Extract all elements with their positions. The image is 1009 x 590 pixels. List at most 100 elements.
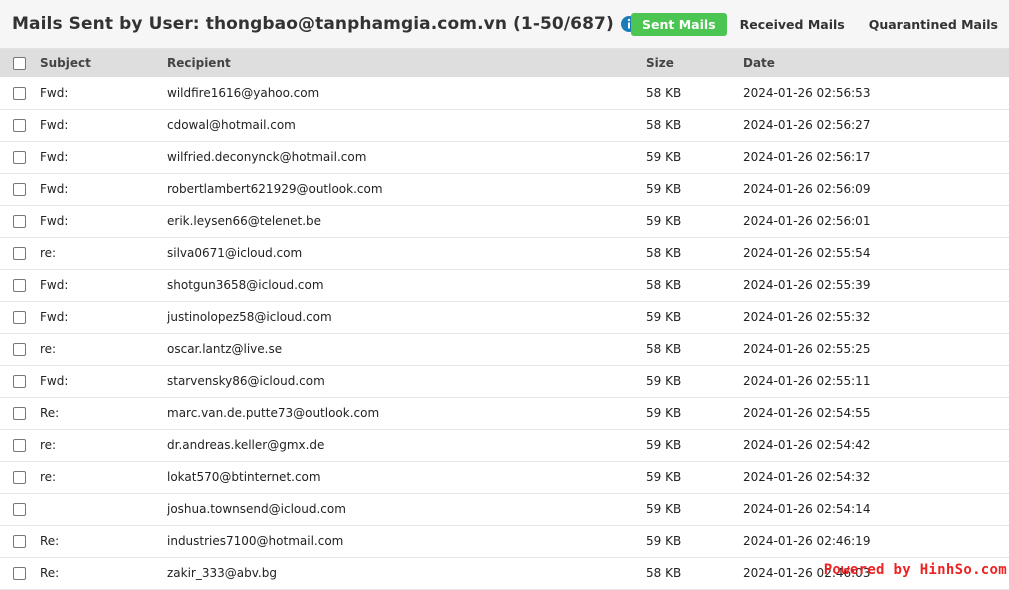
- cell-size: 59 KB: [646, 438, 682, 452]
- row-checkbox[interactable]: [13, 503, 26, 516]
- row-checkbox[interactable]: [13, 567, 26, 580]
- cell-size: 58 KB: [646, 118, 682, 132]
- cell-subject: re:: [40, 342, 57, 356]
- row-checkbox-cell: [0, 557, 40, 589]
- table-row[interactable]: Fwd: shotgun3658@icloud.com 58 KB 2024-01-2…: [0, 269, 1009, 301]
- cell-size: 59 KB: [646, 502, 682, 516]
- row-checkbox-cell: [0, 301, 40, 333]
- cell-date: 2024-01-26 02:55:32: [743, 310, 871, 324]
- tab-quarantined-mails[interactable]: Quarantined Mails: [858, 13, 1009, 36]
- row-checkbox[interactable]: [13, 183, 26, 196]
- cell-date: 2024-01-26 02:55:11: [743, 374, 871, 388]
- row-checkbox-cell: [0, 237, 40, 269]
- cell-size: 59 KB: [646, 150, 682, 164]
- cell-size: 58 KB: [646, 278, 682, 292]
- table-row[interactable]: Fwd: erik.leysen66@telenet.be 59 KB 2024-01…: [0, 205, 1009, 237]
- select-all-cell: [0, 49, 40, 77]
- row-checkbox[interactable]: [13, 279, 26, 292]
- cell-size: 59 KB: [646, 214, 682, 228]
- column-header-recipient[interactable]: Recipient: [167, 49, 646, 77]
- row-checkbox[interactable]: [13, 151, 26, 164]
- cell-recipient: erik.leysen66@telenet.be: [167, 214, 322, 228]
- row-checkbox-cell: [0, 365, 40, 397]
- cell-date: 2024-01-26 02:56:27: [743, 118, 871, 132]
- cell-size: 58 KB: [646, 566, 682, 580]
- table-row[interactable]: joshua.townsend@icloud.com 59 KB 2024-01-2…: [0, 493, 1009, 525]
- cell-recipient: dr.andreas.keller@gmx.de: [167, 438, 325, 452]
- mail-tabs: Sent Mails Received Mails Quarantined Ma…: [629, 13, 1009, 36]
- table-row[interactable]: re: dr.andreas.keller@gmx.de 59 KB 2024-01-…: [0, 429, 1009, 461]
- table-row[interactable]: Fwd: robertlambert621929@outlook.com 59 KB…: [0, 173, 1009, 205]
- row-checkbox[interactable]: [13, 407, 26, 420]
- column-header-size[interactable]: Size: [646, 49, 743, 77]
- row-checkbox-cell: [0, 493, 40, 525]
- row-checkbox[interactable]: [13, 535, 26, 548]
- row-checkbox-cell: [0, 109, 40, 141]
- cell-date: 2024-01-26 02:55:39: [743, 278, 871, 292]
- row-checkbox[interactable]: [13, 439, 26, 452]
- column-header-subject[interactable]: Subject: [40, 49, 167, 77]
- row-checkbox-cell: [0, 141, 40, 173]
- table-row[interactable]: Fwd: cdowal@hotmail.com 58 KB 2024-01-26 02…: [0, 109, 1009, 141]
- row-checkbox[interactable]: [13, 311, 26, 324]
- cell-subject: re:: [40, 438, 57, 452]
- tab-received-mails[interactable]: Received Mails: [729, 13, 856, 36]
- tab-sent-mails[interactable]: Sent Mails: [631, 13, 727, 36]
- column-header-date[interactable]: Date: [743, 49, 1009, 77]
- row-checkbox[interactable]: [13, 375, 26, 388]
- watermark: Powered by HinhSo.com: [823, 562, 1007, 578]
- cell-subject: Fwd:: [40, 182, 69, 196]
- cell-recipient: joshua.townsend@icloud.com: [167, 502, 346, 516]
- cell-recipient: zakir_333@abv.bg: [167, 566, 277, 580]
- row-checkbox[interactable]: [13, 343, 26, 356]
- cell-size: 59 KB: [646, 310, 682, 324]
- table-row[interactable]: Fwd: justinolopez58@icloud.com 59 KB 2024-0…: [0, 301, 1009, 333]
- page-title: Mails Sent by User: thongbao@tanphamgia.…: [12, 14, 614, 34]
- cell-recipient: wilfried.deconynck@hotmail.com: [167, 150, 367, 164]
- cell-subject: Fwd:: [40, 374, 69, 388]
- row-checkbox-cell: [0, 333, 40, 365]
- page-header: Mails Sent by User: thongbao@tanphamgia.…: [0, 0, 1009, 49]
- row-checkbox[interactable]: [13, 471, 26, 484]
- cell-date: 2024-01-26 02:56:09: [743, 182, 871, 196]
- cell-subject: Fwd:: [40, 118, 69, 132]
- cell-subject: re:: [40, 246, 57, 260]
- row-checkbox-cell: [0, 525, 40, 557]
- table-row[interactable]: Re: marc.van.de.putte73@outlook.com 59 KB 2…: [0, 397, 1009, 429]
- cell-subject: Re:: [40, 534, 60, 548]
- cell-recipient: cdowal@hotmail.com: [167, 118, 296, 132]
- cell-date: 2024-01-26 02:55:25: [743, 342, 871, 356]
- cell-subject: Re:: [40, 566, 60, 580]
- table-row[interactable]: re: silva0671@icloud.com 58 KB 2024-01-26 0…: [0, 237, 1009, 269]
- cell-date: 2024-01-26 02:54:14: [743, 502, 871, 516]
- table-header-row: Subject Recipient Size Date: [0, 49, 1009, 77]
- cell-subject: Fwd:: [40, 310, 69, 324]
- row-checkbox[interactable]: [13, 215, 26, 228]
- row-checkbox[interactable]: [13, 247, 26, 260]
- row-checkbox-cell: [0, 77, 40, 109]
- cell-recipient: lokat570@btinternet.com: [167, 470, 321, 484]
- cell-recipient: wildfire1616@yahoo.com: [167, 85, 320, 100]
- table-row[interactable]: Fwd: wildfire1616@yahoo.com 58 KB 2024-01-2…: [0, 77, 1009, 109]
- table-row[interactable]: re: oscar.lantz@live.se 58 KB 2024-01-26 02…: [0, 333, 1009, 365]
- cell-size: 59 KB: [646, 374, 682, 388]
- cell-date: 2024-01-26 02:56:17: [743, 150, 871, 164]
- select-all-checkbox[interactable]: [13, 57, 26, 70]
- cell-recipient: robertlambert621929@outlook.com: [167, 182, 383, 196]
- cell-date: 2024-01-26 02:54:55: [743, 406, 871, 420]
- table-row[interactable]: Re: industries7100@hotmail.com 59 KB 2024-0…: [0, 525, 1009, 557]
- cell-recipient: shotgun3658@icloud.com: [167, 278, 324, 292]
- cell-date: 2024-01-26 02:56:01: [743, 214, 871, 228]
- row-checkbox[interactable]: [13, 86, 26, 100]
- cell-subject: [40, 493, 167, 525]
- row-checkbox-cell: [0, 205, 40, 237]
- cell-date: 2024-01-26 02:55:54: [743, 246, 871, 260]
- table-body: Fwd: wildfire1616@yahoo.com 58 KB 2024-01-2…: [0, 77, 1009, 589]
- cell-recipient: industries7100@hotmail.com: [167, 534, 344, 548]
- row-checkbox[interactable]: [13, 119, 26, 132]
- table-row[interactable]: re: lokat570@btinternet.com 59 KB 2024-01-2…: [0, 461, 1009, 493]
- cell-subject: Re:: [40, 406, 60, 420]
- mails-table: Subject Recipient Size Date Fwd: wildfire…: [0, 49, 1009, 590]
- table-row[interactable]: Fwd: wilfried.deconynck@hotmail.com 59 KB 2…: [0, 141, 1009, 173]
- table-row[interactable]: Fwd: starvensky86@icloud.com 59 KB 2024-01-…: [0, 365, 1009, 397]
